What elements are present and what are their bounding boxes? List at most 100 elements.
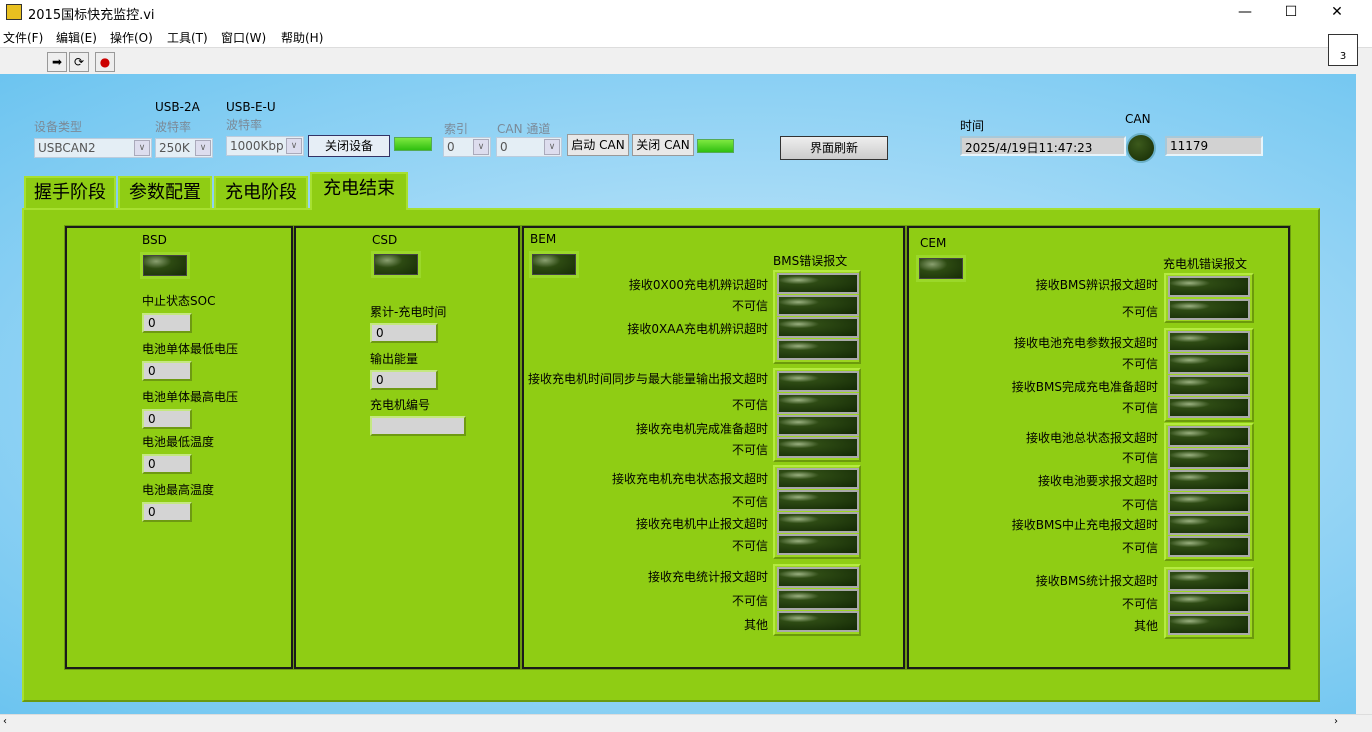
chevron-down-icon: ∨ xyxy=(473,139,489,155)
cem-error-label: 接收BMS辨识报文超时 xyxy=(1035,278,1158,292)
csd-led xyxy=(371,251,421,278)
bem-error-led xyxy=(777,490,859,511)
chevron-down-icon: ∨ xyxy=(134,140,150,156)
bem-error-led xyxy=(777,437,859,458)
csd-title: CSD xyxy=(372,233,398,247)
abort-button[interactable]: ● xyxy=(95,52,115,72)
menu-help[interactable]: 帮助(H) xyxy=(281,29,323,46)
menu-window[interactable]: 窗口(W) xyxy=(221,29,266,46)
menu-file[interactable]: 文件(F) xyxy=(3,29,43,46)
window-title: 2015国标快充监控.vi xyxy=(28,8,155,23)
bsd-field-value: 0 xyxy=(142,454,192,474)
bem-error-led xyxy=(777,339,859,360)
cem-error-led xyxy=(1168,353,1250,374)
maximize-button[interactable]: ☐ xyxy=(1268,0,1314,24)
bem-led xyxy=(529,251,579,278)
title-bar: 2015国标快充监控.vi — ☐ ✕ xyxy=(0,0,1372,24)
device-type-select[interactable]: USBCAN2 ∨ xyxy=(34,138,152,158)
menu-edit[interactable]: 编辑(E) xyxy=(56,29,97,46)
bem-error-label: 不可信 xyxy=(731,495,768,509)
scroll-right-icon[interactable]: › xyxy=(1334,716,1338,727)
tab-charge-end[interactable]: 充电结束 xyxy=(310,172,408,210)
menu-tools[interactable]: 工具(T) xyxy=(167,29,208,46)
bsd-field-value: 0 xyxy=(142,409,192,429)
csd-field-label: 输出能量 xyxy=(370,352,419,366)
bem-error-label: 不可信 xyxy=(731,594,768,608)
baud1-value: 250K xyxy=(159,141,190,155)
time-label: 时间 xyxy=(960,119,985,133)
bem-title: BEM xyxy=(530,232,557,246)
channel-label: CAN 通道 xyxy=(497,122,551,136)
cem-error-led xyxy=(1168,570,1250,591)
cem-error-label: 接收电池要求报文超时 xyxy=(1037,474,1158,488)
bem-error-led xyxy=(777,371,859,392)
cem-error-led xyxy=(1168,614,1250,635)
bsd-led xyxy=(140,252,190,279)
bem-error-led xyxy=(777,468,859,489)
run-button[interactable]: ➡ xyxy=(47,52,67,72)
close-device-button[interactable]: 关闭设备 xyxy=(308,135,390,157)
baud2-select[interactable]: 1000Kbp ∨ xyxy=(226,136,304,156)
refresh-button[interactable]: 界面刷新 xyxy=(780,136,888,160)
can-label: CAN xyxy=(1125,112,1151,126)
chevron-down-icon: ∨ xyxy=(544,139,560,155)
csd-field-value: 0 xyxy=(370,370,438,390)
bem-subtitle: BMS错误报文 xyxy=(773,254,848,268)
cem-error-led xyxy=(1168,536,1250,557)
close-can-button[interactable]: 关闭 CAN xyxy=(632,134,694,156)
bem-error-led xyxy=(777,589,859,610)
cem-error-label: 不可信 xyxy=(1121,401,1158,415)
bem-error-label: 接收0XAA充电机辨识超时 xyxy=(627,322,768,336)
cem-error-label: 不可信 xyxy=(1121,305,1158,319)
cem-error-label: 接收BMS统计报文超时 xyxy=(1035,574,1158,588)
cem-error-label: 接收电池总状态报文超时 xyxy=(1025,431,1158,445)
cem-error-led xyxy=(1168,331,1250,352)
bem-error-label: 不可信 xyxy=(731,539,768,553)
bem-error-led xyxy=(777,393,859,414)
index-value: 0 xyxy=(447,140,455,154)
cem-error-label: 接收BMS中止充电报文超时 xyxy=(1011,518,1158,532)
cem-title: CEM xyxy=(920,236,947,250)
cem-error-label: 不可信 xyxy=(1121,451,1158,465)
bem-error-led xyxy=(777,567,859,588)
scroll-left-icon[interactable]: ‹ xyxy=(3,716,7,727)
tab-param-config[interactable]: 参数配置 xyxy=(118,176,212,209)
bsd-field-label: 电池单体最高电压 xyxy=(142,390,239,404)
cem-error-led xyxy=(1168,448,1250,469)
bem-error-led xyxy=(777,512,859,533)
index-select[interactable]: 0 ∨ xyxy=(443,137,491,157)
bem-error-label: 接收充电机充电状态报文超时 xyxy=(611,472,768,486)
baud2-value: 1000Kbp xyxy=(230,139,284,153)
tab-handshake[interactable]: 握手阶段 xyxy=(24,176,116,209)
cem-error-led xyxy=(1168,492,1250,513)
minimize-button[interactable]: — xyxy=(1222,0,1268,24)
vertical-scrollbar[interactable] xyxy=(1356,74,1372,714)
bem-error-label: 不可信 xyxy=(731,398,768,412)
baud1-select[interactable]: 250K ∨ xyxy=(155,138,213,158)
cem-led xyxy=(916,255,966,282)
bem-error-label: 不可信 xyxy=(731,443,768,457)
close-button[interactable]: ✕ xyxy=(1314,0,1360,24)
channel-select[interactable]: 0 ∨ xyxy=(496,137,562,157)
cem-error-label: 其他 xyxy=(1133,619,1158,633)
bem-error-label: 接收充电机时间同步与最大能量输出报文超时 xyxy=(527,372,768,386)
menu-operate[interactable]: 操作(O) xyxy=(110,29,153,46)
start-can-button[interactable]: 启动 CAN xyxy=(567,134,629,156)
horizontal-scrollbar[interactable]: ‹ › xyxy=(0,714,1372,732)
bsd-field-label: 电池最高温度 xyxy=(142,483,215,497)
bem-error-led xyxy=(777,415,859,436)
bem-error-led xyxy=(777,273,859,294)
toolbar xyxy=(0,48,1372,74)
device-status-led xyxy=(394,137,432,151)
time-display: 2025/4/19日11:47:23 xyxy=(960,136,1126,156)
bem-error-label: 接收充电统计报文超时 xyxy=(647,570,768,584)
bsd-field-value: 0 xyxy=(142,361,192,381)
run-continuously-button[interactable]: ⟳ xyxy=(69,52,89,72)
cem-error-label: 不可信 xyxy=(1121,597,1158,611)
bsd-field-value: 0 xyxy=(142,502,192,522)
bem-error-label: 其他 xyxy=(743,618,768,632)
csd-field-value xyxy=(370,416,466,436)
tab-charging[interactable]: 充电阶段 xyxy=(214,176,308,209)
bem-error-led xyxy=(777,534,859,555)
chevron-down-icon: ∨ xyxy=(195,140,211,156)
